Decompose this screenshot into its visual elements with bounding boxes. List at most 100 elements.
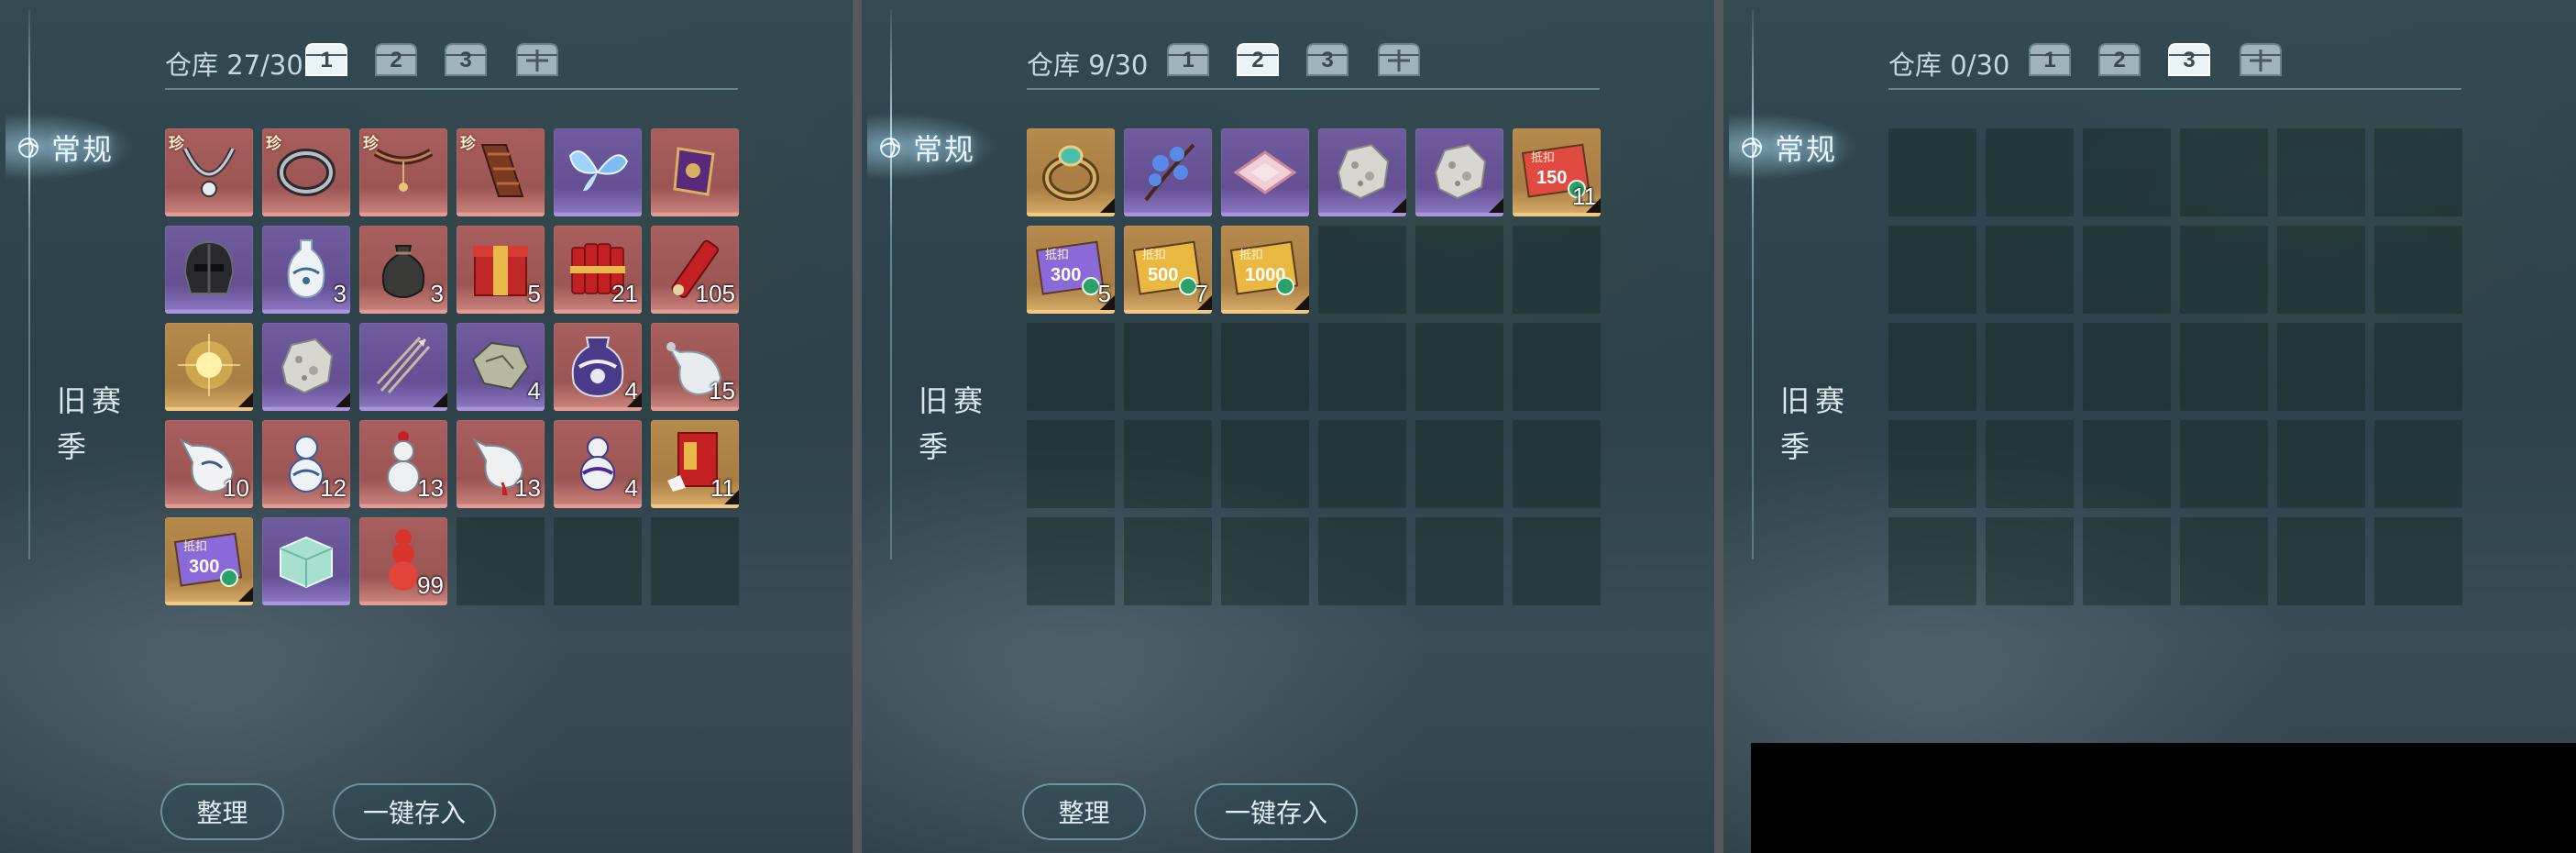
inventory-slot[interactable] bbox=[1415, 323, 1503, 411]
inventory-slot[interactable] bbox=[1888, 517, 1976, 605]
item-porcelain-vase[interactable]: 3 bbox=[262, 226, 350, 314]
chest-tab-3[interactable]: 3 bbox=[442, 39, 490, 79]
inventory-slot[interactable] bbox=[2277, 323, 2365, 411]
inventory-slot[interactable] bbox=[457, 517, 545, 605]
item-silver-ring[interactable]: 珍 bbox=[262, 128, 350, 216]
inventory-slot[interactable] bbox=[2083, 323, 2171, 411]
item-jade-box[interactable] bbox=[262, 517, 350, 605]
inventory-slot[interactable] bbox=[1415, 226, 1503, 314]
inventory-slot[interactable] bbox=[2083, 128, 2171, 216]
item-white-stone[interactable] bbox=[1318, 128, 1406, 216]
chest-tab-add[interactable] bbox=[2237, 39, 2284, 79]
inventory-slot[interactable] bbox=[2180, 420, 2268, 508]
inventory-slot[interactable] bbox=[1888, 226, 1976, 314]
item-pendant-collar[interactable]: 珍 bbox=[359, 128, 447, 216]
inventory-slot[interactable] bbox=[2180, 226, 2268, 314]
item-white-flask[interactable]: 15 bbox=[651, 323, 739, 411]
inventory-slot[interactable] bbox=[1513, 517, 1601, 605]
inventory-slot[interactable] bbox=[1027, 323, 1115, 411]
inventory-slot[interactable] bbox=[1027, 420, 1115, 508]
inventory-slot[interactable] bbox=[651, 517, 739, 605]
inventory-slot[interactable] bbox=[1513, 420, 1601, 508]
inventory-slot[interactable] bbox=[1318, 323, 1406, 411]
inventory-slot[interactable] bbox=[1986, 517, 2074, 605]
inventory-slot[interactable] bbox=[2083, 517, 2171, 605]
item-jade-bracelet[interactable] bbox=[1027, 128, 1115, 216]
inventory-slot[interactable] bbox=[1221, 323, 1309, 411]
chest-tab-2[interactable]: 2 bbox=[2096, 39, 2143, 79]
inventory-slot[interactable] bbox=[1888, 420, 1976, 508]
inventory-slot[interactable] bbox=[2083, 226, 2171, 314]
item-coupon-300[interactable]: 抵扣 300 bbox=[165, 517, 253, 605]
item-purple-charm[interactable] bbox=[651, 128, 739, 216]
item-golden-light-orb[interactable] bbox=[165, 323, 253, 411]
inventory-slot[interactable] bbox=[1513, 323, 1601, 411]
chest-tab-2[interactable]: 2 bbox=[372, 39, 420, 79]
inventory-slot[interactable] bbox=[1888, 323, 1976, 411]
chest-tab-1[interactable]: 1 bbox=[1164, 39, 1212, 79]
item-firecracker-single[interactable]: 105 bbox=[651, 226, 739, 314]
item-red-cap-gourd[interactable]: 13 bbox=[359, 420, 447, 508]
chest-tab-2[interactable]: 2 bbox=[1234, 39, 1282, 79]
inventory-slot[interactable] bbox=[2180, 128, 2268, 216]
inventory-slot[interactable] bbox=[2374, 323, 2462, 411]
inventory-slot[interactable] bbox=[1888, 128, 1976, 216]
item-red-gourd[interactable]: 99 bbox=[359, 517, 447, 605]
inventory-slot[interactable] bbox=[1986, 226, 2074, 314]
item-blue-butterfly[interactable] bbox=[554, 128, 642, 216]
inventory-slot[interactable] bbox=[554, 517, 642, 605]
item-firecracker-bundle[interactable]: 21 bbox=[554, 226, 642, 314]
inventory-slot[interactable] bbox=[1124, 517, 1212, 605]
item-iron-helmet[interactable] bbox=[165, 226, 253, 314]
inventory-slot[interactable] bbox=[2374, 226, 2462, 314]
item-blue-flower-branch[interactable] bbox=[1124, 128, 1212, 216]
inventory-slot[interactable] bbox=[1415, 517, 1503, 605]
item-blue-gourd[interactable]: 12 bbox=[262, 420, 350, 508]
chest-tab-3[interactable]: 3 bbox=[2165, 39, 2213, 79]
inventory-slot[interactable] bbox=[1318, 226, 1406, 314]
item-red-gift-box[interactable]: 5 bbox=[457, 226, 545, 314]
tab-regular[interactable]: 常规 bbox=[878, 127, 975, 169]
tab-regular[interactable]: 常规 bbox=[17, 127, 114, 169]
deposit-all-button[interactable]: 一键存入 bbox=[1194, 783, 1358, 840]
inventory-slot[interactable] bbox=[2277, 420, 2365, 508]
chest-tab-add[interactable] bbox=[513, 39, 561, 79]
inventory-slot[interactable] bbox=[1986, 323, 2074, 411]
tab-regular[interactable]: 常规 bbox=[1740, 127, 1837, 169]
inventory-slot[interactable] bbox=[2083, 420, 2171, 508]
item-silver-necklace[interactable]: 珍 bbox=[165, 128, 253, 216]
inventory-slot[interactable] bbox=[1124, 323, 1212, 411]
item-map-fragment[interactable]: 4 bbox=[457, 323, 545, 411]
item-tassel-bottle[interactable]: 13 bbox=[457, 420, 545, 508]
chest-tab-3[interactable]: 3 bbox=[1304, 39, 1351, 79]
item-coupon-150[interactable]: 抵扣 150 11 bbox=[1513, 128, 1601, 216]
inventory-slot[interactable] bbox=[1124, 420, 1212, 508]
inventory-slot[interactable] bbox=[1986, 420, 2074, 508]
inventory-slot[interactable] bbox=[2277, 226, 2365, 314]
inventory-slot[interactable] bbox=[2277, 128, 2365, 216]
sort-button[interactable]: 整理 bbox=[1022, 783, 1146, 840]
item-pouch-bag[interactable]: 3 bbox=[359, 226, 447, 314]
inventory-slot[interactable] bbox=[2277, 517, 2365, 605]
inventory-slot[interactable] bbox=[2374, 517, 2462, 605]
item-coupon-300[interactable]: 抵扣 300 5 bbox=[1027, 226, 1115, 314]
deposit-all-button[interactable]: 一键存入 bbox=[333, 783, 496, 840]
tab-old-season[interactable]: 旧赛季 bbox=[919, 378, 992, 470]
inventory-slot[interactable] bbox=[1027, 517, 1115, 605]
chest-tab-1[interactable]: 1 bbox=[2026, 39, 2074, 79]
chest-tab-add[interactable] bbox=[1375, 39, 1423, 79]
inventory-slot[interactable] bbox=[1318, 420, 1406, 508]
item-leather-bracer[interactable]: 珍 bbox=[457, 128, 545, 216]
inventory-slot[interactable] bbox=[1221, 517, 1309, 605]
item-porcelain-bottle[interactable]: 10 bbox=[165, 420, 253, 508]
inventory-slot[interactable] bbox=[2374, 420, 2462, 508]
item-silk-cushion[interactable] bbox=[1221, 128, 1309, 216]
item-white-stone[interactable] bbox=[1415, 128, 1503, 216]
item-coupon-500[interactable]: 抵扣 500 7 bbox=[1124, 226, 1212, 314]
inventory-slot[interactable] bbox=[1986, 128, 2074, 216]
item-coupon-1000[interactable]: 抵扣 1000 bbox=[1221, 226, 1309, 314]
item-arrows[interactable] bbox=[359, 323, 447, 411]
item-white-stone[interactable] bbox=[262, 323, 350, 411]
inventory-slot[interactable] bbox=[2374, 128, 2462, 216]
chest-tab-1[interactable]: 1 bbox=[303, 39, 350, 79]
